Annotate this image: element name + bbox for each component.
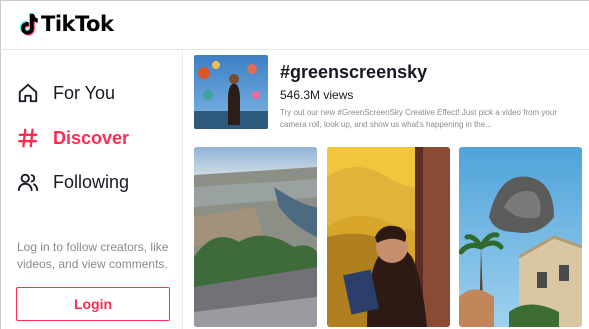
- city-aerial-thumbnail: [194, 147, 317, 327]
- logo-text: TikTok: [41, 12, 114, 36]
- sunflower-sky-thumbnail: [327, 147, 450, 327]
- hashtag-views: 546.3M views: [280, 88, 354, 102]
- sidebar-item-label: Discover: [53, 127, 130, 148]
- sidebar-item-label: Following: [53, 171, 130, 192]
- sidebar-item-discover[interactable]: Discover: [17, 127, 129, 149]
- hashtag-title[interactable]: #greenscreensky: [280, 62, 427, 83]
- login-button[interactable]: Login: [16, 287, 170, 321]
- home-icon: [18, 83, 38, 103]
- top-header: TikTok: [0, 0, 589, 50]
- palm-sky-thumbnail: [459, 147, 582, 327]
- hashtag-icon: [18, 128, 38, 148]
- users-icon: [17, 173, 39, 192]
- login-hint: Log in to follow creators, like videos, …: [17, 240, 169, 271]
- video-card-palm[interactable]: [459, 147, 582, 327]
- sidebar-item-following[interactable]: Following: [17, 171, 129, 193]
- sidebar: For You Discover Following Log in to fol…: [0, 50, 183, 329]
- video-card-sunflower[interactable]: [327, 147, 450, 327]
- hashtag-description: Try out our new #GreenScreenSky Creative…: [280, 108, 558, 129]
- sidebar-item-label: For You: [53, 82, 116, 103]
- tiktok-note-icon: [20, 13, 38, 36]
- sidebar-item-for-you[interactable]: For You: [17, 82, 115, 104]
- hashtag-thumbnail[interactable]: [194, 55, 268, 129]
- tiktok-logo[interactable]: TikTok: [18, 12, 114, 36]
- video-card-city[interactable]: [194, 147, 317, 327]
